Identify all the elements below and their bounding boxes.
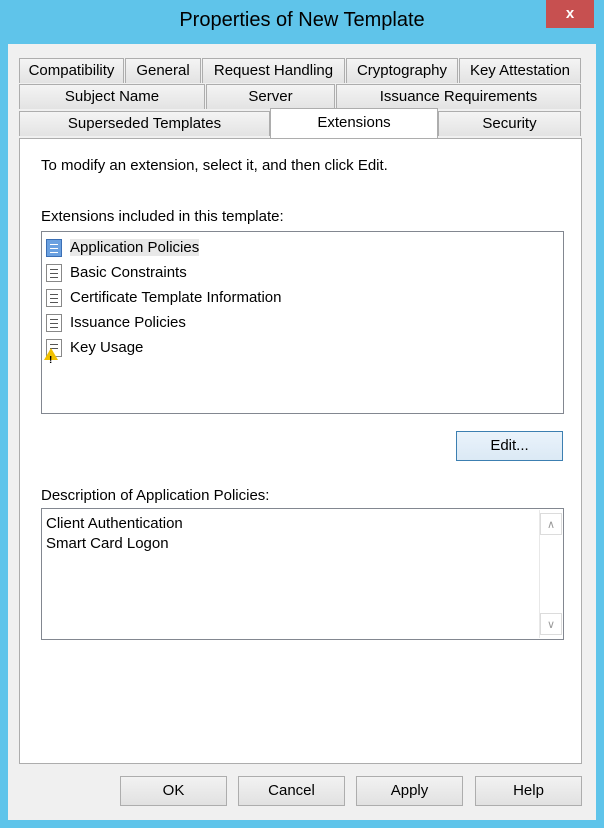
list-item-label: Issuance Policies [70,314,186,331]
tab-key-attestation[interactable]: Key Attestation [459,58,581,83]
description-line: Smart Card Logon [46,535,169,552]
list-item-certificate-template-information[interactable]: Certificate Template Information [44,286,286,310]
apply-button[interactable]: Apply [356,776,463,806]
tab-general[interactable]: General [125,58,201,83]
extensions-list[interactable]: Application Policies Basic Constraints C… [41,231,564,414]
description-scrollbar[interactable]: ∧ ∨ [539,510,562,638]
list-item-issuance-policies[interactable]: Issuance Policies [44,311,190,335]
description-textbox[interactable]: Client Authentication Smart Card Logon ∧… [41,508,564,640]
tab-issuance-requirements[interactable]: Issuance Requirements [336,84,581,109]
tab-request-handling[interactable]: Request Handling [202,58,345,83]
list-item-label: Certificate Template Information [70,289,282,306]
tab-security[interactable]: Security [438,111,581,136]
close-button[interactable]: x [546,0,594,28]
tab-compatibility[interactable]: Compatibility [19,58,124,83]
extension-icon [46,314,62,332]
ok-button[interactable]: OK [120,776,227,806]
list-item-key-usage[interactable]: ! Key Usage [44,336,147,366]
warning-extension-icon: ! [44,339,62,366]
tab-superseded-templates[interactable]: Superseded Templates [19,111,270,136]
help-button[interactable]: Help [475,776,582,806]
tab-cryptography[interactable]: Cryptography [346,58,458,83]
title-bar: Properties of New Template x [0,0,604,44]
list-item-application-policies[interactable]: Application Policies [44,236,203,260]
instruction-text: To modify an extension, select it, and t… [41,157,388,174]
extensions-list-label: Extensions included in this template: [41,208,284,225]
extension-icon-selected [46,239,62,257]
tab-server[interactable]: Server [206,84,335,109]
description-line: Client Authentication [46,515,183,532]
extension-icon [46,289,62,307]
scroll-down-icon[interactable]: ∨ [540,613,562,635]
list-item-label: Application Policies [70,239,200,256]
edit-button[interactable]: Edit... [456,431,563,461]
tab-extensions[interactable]: Extensions [270,108,438,138]
tab-subject-name[interactable]: Subject Name [19,84,205,109]
cancel-button[interactable]: Cancel [238,776,345,806]
list-item-basic-constraints[interactable]: Basic Constraints [44,261,191,285]
list-item-label: Basic Constraints [70,264,187,281]
description-label: Description of Application Policies: [41,487,270,504]
extension-icon [46,264,62,282]
window-title: Properties of New Template [179,9,425,31]
scroll-up-icon[interactable]: ∧ [540,513,562,535]
list-item-label: Key Usage [70,339,144,356]
